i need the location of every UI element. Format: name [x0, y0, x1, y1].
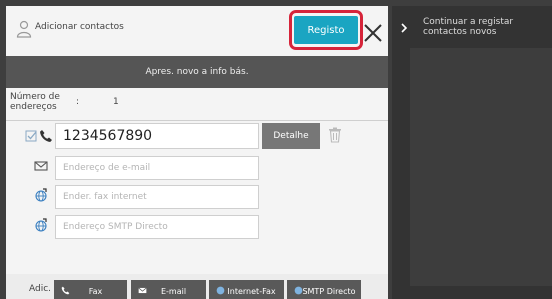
add-label: Adic. [29, 284, 52, 294]
detail-button[interactable]: Detalhe [262, 123, 320, 149]
side-panel-body [410, 48, 552, 286]
address-count-label: Número de endereços [10, 92, 60, 112]
continue-registering-label: Continuar a registar contactos novos [423, 17, 514, 37]
divider [6, 120, 388, 121]
address-count-value: 1 [113, 97, 119, 107]
internet-fax-field[interactable]: Ender. fax internet [55, 185, 259, 209]
show-basic-info-button[interactable]: Apres. novo a info bás. [6, 56, 388, 88]
chevron-right-icon [401, 23, 408, 33]
checkbox-icon[interactable] [25, 129, 39, 143]
add-smtp-label: SMTP Directo [302, 287, 356, 296]
add-smtp-button[interactable]: SMTP Directo [287, 280, 361, 299]
phone-icon [40, 130, 52, 142]
close-icon[interactable] [362, 22, 384, 44]
add-fax-label: Fax [88, 287, 103, 296]
email-icon [34, 161, 48, 171]
add-email-button[interactable]: E-mail [131, 280, 206, 299]
address-book-screen: Adicionar contactos Registo Apres. novo … [0, 0, 552, 299]
trash-icon[interactable] [328, 127, 342, 143]
address-count-separator: : [76, 97, 80, 107]
contact-form-panel: Adicionar contactos Registo Apres. novo … [6, 6, 388, 299]
smtp-icon [35, 218, 47, 232]
add-email-label: E-mail [160, 287, 187, 296]
internet-fax-icon [35, 188, 47, 202]
continue-registering-button[interactable]: Continuar a registar contactos novos [392, 6, 552, 46]
registo-button[interactable]: Registo [294, 16, 358, 44]
add-fax-button[interactable]: Fax [54, 280, 127, 299]
side-panel: Continuar a registar contactos novos [392, 6, 552, 299]
page-title: Adicionar contactos [35, 22, 124, 32]
person-add-icon [16, 20, 32, 38]
add-internet-fax-button[interactable]: Internet-Fax [209, 280, 284, 299]
fax-number-input[interactable]: 1234567890 [55, 123, 259, 149]
header: Adicionar contactos Registo [6, 6, 388, 52]
smtp-field[interactable]: Endereço SMTP Directo [55, 215, 259, 239]
email-field[interactable]: Endereço de e-mail [55, 156, 259, 180]
add-internet-fax-label: Internet-Fax [227, 287, 276, 296]
